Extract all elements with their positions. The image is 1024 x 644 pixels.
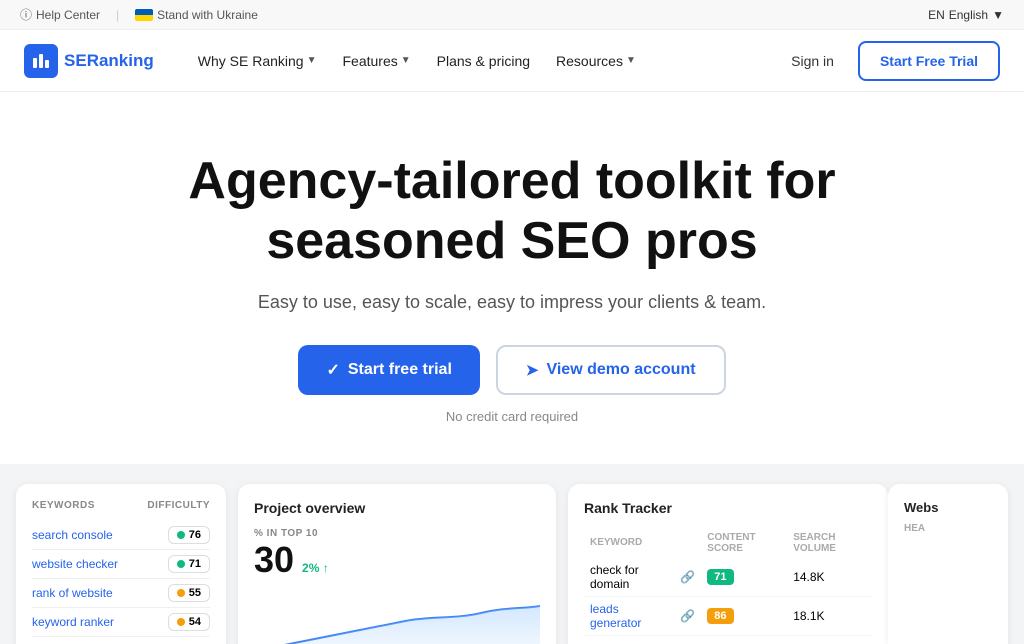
hero-subtitle: Easy to use, easy to scale, easy to impr… bbox=[20, 292, 1004, 313]
keyword-row-1: search console 76 bbox=[32, 521, 210, 550]
project-overview-card: Project overview % IN TOP 10 30 2% ↑ bbox=[238, 484, 556, 644]
score-cell: 86 bbox=[701, 596, 787, 635]
link-icon: 🔗 bbox=[680, 609, 695, 623]
difficulty-badge-4: 54 bbox=[168, 613, 210, 631]
keyword-link[interactable]: rank of website bbox=[32, 586, 113, 600]
logo[interactable]: SERanking bbox=[24, 44, 154, 78]
rank-row-2: leads generator 🔗 86 18.1K bbox=[584, 596, 872, 635]
language-selector[interactable]: EN English ▼ bbox=[928, 8, 1004, 22]
start-free-trial-hero-button[interactable]: ✓ Start free trial bbox=[298, 345, 479, 395]
col-volume: SEARCH VOLUME bbox=[787, 528, 872, 558]
start-free-trial-button[interactable]: Start Free Trial bbox=[858, 41, 1000, 81]
view-demo-button[interactable]: ➤ View demo account bbox=[496, 345, 726, 395]
volume-cell: 18.1K bbox=[787, 596, 872, 635]
rank-tracker-card: Rank Tracker KEYWORD CONTENT SCORE SEARC… bbox=[568, 484, 888, 644]
logo-text: SERanking bbox=[64, 51, 154, 71]
pct-label: % IN TOP 10 bbox=[254, 528, 540, 539]
chevron-down-icon: ▼ bbox=[401, 55, 411, 66]
logo-icon bbox=[24, 44, 58, 78]
rank-tracker-title: Rank Tracker bbox=[584, 500, 872, 516]
difficulty-badge-1: 76 bbox=[168, 526, 210, 544]
col-content-score-label: CONTENT SCORE bbox=[701, 528, 787, 558]
score-badge: 86 bbox=[707, 608, 733, 624]
keyword-link[interactable]: website checker bbox=[32, 557, 118, 571]
col-content-score bbox=[674, 528, 701, 558]
project-title: Project overview bbox=[254, 500, 540, 516]
dot-icon bbox=[177, 589, 185, 597]
chevron-down-icon: ▼ bbox=[626, 55, 636, 66]
web-card-title: Webs bbox=[904, 500, 992, 515]
rank-table-header: KEYWORD CONTENT SCORE SEARCH VOLUME bbox=[584, 528, 872, 558]
hero-section: Agency-tailored toolkit for seasoned SEO… bbox=[0, 92, 1024, 464]
web-col-header: HEA bbox=[904, 523, 992, 534]
separator: | bbox=[116, 8, 119, 22]
dot-icon bbox=[177, 618, 185, 626]
dot-icon bbox=[177, 531, 185, 539]
nav-resources[interactable]: Resources ▼ bbox=[544, 45, 648, 77]
rank-row-1: check for domain 🔗 71 14.8K bbox=[584, 558, 872, 597]
hero-title: Agency-tailored toolkit for seasoned SEO… bbox=[102, 152, 922, 272]
chevron-down-icon: ▼ bbox=[992, 8, 1004, 22]
keyword-row-4: keyword ranker 54 bbox=[32, 608, 210, 637]
keyword-link[interactable]: keyword ranker bbox=[32, 615, 114, 629]
volume-cell: 14.8K bbox=[787, 558, 872, 597]
pct-change: 2% ↑ bbox=[302, 561, 329, 575]
ukraine-flag bbox=[135, 9, 153, 21]
web-card: Webs HEA bbox=[888, 484, 1008, 644]
ukraine-banner[interactable]: Stand with Ukraine bbox=[135, 8, 258, 22]
keyword-cell: leads generator bbox=[584, 596, 674, 635]
rank-table: KEYWORD CONTENT SCORE SEARCH VOLUME chec… bbox=[584, 528, 872, 636]
top-bar: ⓘ Help Center | Stand with Ukraine EN En… bbox=[0, 0, 1024, 30]
project-chart bbox=[254, 591, 540, 644]
score-cell: 71 bbox=[701, 558, 787, 597]
hero-buttons: ✓ Start free trial ➤ View demo account bbox=[20, 345, 1004, 395]
nav-why-se-ranking[interactable]: Why SE Ranking ▼ bbox=[186, 45, 329, 77]
chart-svg bbox=[254, 591, 540, 644]
nav-features[interactable]: Features ▼ bbox=[330, 45, 422, 77]
col-keyword: KEYWORD bbox=[584, 528, 674, 558]
keyword-link[interactable]: search console bbox=[32, 528, 113, 542]
dot-icon bbox=[177, 560, 185, 568]
help-icon: ⓘ bbox=[20, 6, 32, 23]
keyword-row-3: rank of website 55 bbox=[32, 579, 210, 608]
nav-links: Why SE Ranking ▼ Features ▼ Plans & pric… bbox=[186, 45, 648, 77]
nav-right: Sign in Start Free Trial bbox=[779, 41, 1000, 81]
check-icon: ✓ bbox=[326, 360, 339, 380]
link-icon: 🔗 bbox=[680, 570, 695, 584]
difficulty-badge-2: 71 bbox=[168, 555, 210, 573]
help-center-link[interactable]: ⓘ Help Center bbox=[20, 6, 100, 23]
main-nav: SERanking Why SE Ranking ▼ Features ▼ Pl… bbox=[0, 30, 1024, 92]
no-credit-card-note: No credit card required bbox=[20, 409, 1004, 424]
nav-plans-pricing[interactable]: Plans & pricing bbox=[425, 45, 542, 77]
link-icon-cell: 🔗 bbox=[674, 558, 701, 597]
difficulty-badge-3: 55 bbox=[168, 584, 210, 602]
keywords-card: KEYWORDS DIFFICULTY search console 76 we… bbox=[16, 484, 226, 644]
sign-in-link[interactable]: Sign in bbox=[779, 45, 846, 77]
chevron-down-icon: ▼ bbox=[307, 55, 317, 66]
logo-bars bbox=[33, 54, 49, 68]
pct-value: 30 bbox=[254, 539, 294, 581]
demo-icon: ➤ bbox=[526, 361, 539, 379]
keyword-cell: check for domain bbox=[584, 558, 674, 597]
link-icon-cell: 🔗 bbox=[674, 596, 701, 635]
keywords-header: KEYWORDS DIFFICULTY bbox=[32, 500, 210, 511]
score-badge: 71 bbox=[707, 569, 733, 585]
